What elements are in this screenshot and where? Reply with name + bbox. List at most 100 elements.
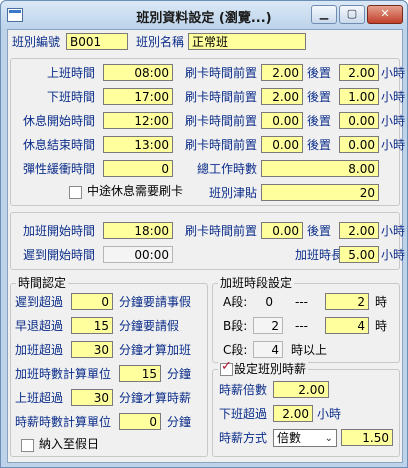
buffer-field[interactable]: 0 [103, 160, 173, 177]
hourly-legend-label: 設定班別時薪 [234, 362, 307, 376]
title-bar[interactable]: 班別資料設定 (瀏覽...) ▁ ▢ ✕ [1, 1, 407, 29]
hourly-mode-select[interactable]: 倍數 ⌄ [273, 429, 337, 447]
card-before-field-1[interactable]: 2.00 [261, 64, 303, 81]
segment-b-sep: --- [295, 319, 308, 333]
rule-label-hourly-unit: 時薪時數計算單位 [15, 415, 112, 429]
chevron-down-icon: ⌄ [324, 433, 333, 444]
hour-unit-4: 小時 [381, 138, 406, 152]
overtime-card-after-field[interactable]: 2.00 [339, 222, 379, 239]
card-before-field-3[interactable]: 0.00 [261, 112, 303, 129]
after-work-field[interactable]: 2.00 [273, 405, 313, 422]
hourly-mode-amount-field[interactable]: 1.50 [341, 429, 393, 446]
shift-name-label: 班別名稱 [136, 35, 185, 49]
after-label-4: 後置 [307, 138, 332, 152]
work-start-field[interactable]: 08:00 [103, 64, 173, 81]
rule-label-overtime-unit: 加班時數計算單位 [15, 367, 112, 381]
work-end-label: 下班時間 [47, 90, 96, 104]
hourly-rate-label: 時薪倍數 [219, 383, 268, 397]
rule-field-overtime[interactable]: 30 [71, 341, 113, 358]
overtime-panel: 加班開始時間 18:00 刷卡時間前置 0.00 後置 2.00 小時 遲到開始… [10, 212, 405, 270]
close-button[interactable]: ✕ [367, 5, 403, 24]
card-before-label-4: 刷卡時間前置 [185, 138, 258, 152]
segments-legend: 加班時段設定 [218, 276, 295, 290]
rule-suffix-overtime: 分鐘才算加班 [119, 343, 192, 357]
checkmark-icon: ✓ [221, 359, 232, 374]
segment-a-unit: 時 [375, 295, 388, 309]
rest-start-label: 休息開始時間 [23, 114, 96, 128]
rule-suffix-hourly: 分鐘才算時薪 [119, 391, 192, 405]
buffer-label: 彈性緩衝時間 [23, 162, 96, 176]
card-after-field-1[interactable]: 2.00 [339, 64, 379, 81]
segment-b-to-field[interactable]: 4 [325, 317, 369, 334]
work-time-panel: 上班時間 08:00 下班時間 17:00 休息開始時間 12:00 休息結束時… [10, 58, 405, 206]
segment-c-unit: 時以上 [291, 343, 328, 357]
card-before-label-2: 刷卡時間前置 [185, 90, 258, 104]
rule-field-hourly-unit[interactable]: 0 [119, 413, 161, 430]
minimize-button[interactable]: ▁ [311, 5, 337, 24]
total-hours-label: 總工作時數 [197, 162, 258, 176]
segment-a-sep: --- [295, 295, 308, 309]
overtime-length-unit: 小時 [381, 248, 406, 262]
card-before-field-4[interactable]: 0.00 [261, 136, 303, 153]
holiday-checkbox[interactable] [21, 439, 34, 452]
segment-b-from-field[interactable]: 2 [253, 317, 283, 334]
rule-label-hourly: 上班超過 [15, 391, 64, 405]
rule-field-early[interactable]: 15 [71, 317, 113, 334]
overtime-start-field[interactable]: 18:00 [103, 222, 173, 239]
hourly-checkbox[interactable]: ✓ [220, 359, 233, 376]
card-before-label-3: 刷卡時間前置 [185, 114, 258, 128]
break-card-label: 中途休息需要刷卡 [87, 184, 184, 198]
after-work-label: 下班超過 [219, 407, 268, 421]
hour-unit-1: 小時 [381, 66, 406, 80]
shift-code-field[interactable]: B001 [66, 33, 128, 50]
after-label-1: 後置 [307, 66, 332, 80]
rule-suffix-overtime-unit: 分鐘 [167, 367, 192, 381]
allowance-label: 班別津貼 [209, 186, 258, 200]
shift-name-field[interactable]: 正常班 [188, 33, 306, 50]
card-before-label-1: 刷卡時間前置 [185, 66, 258, 80]
holiday-label: 納入至假日 [39, 437, 100, 451]
segment-c-label: C段: [223, 343, 248, 357]
overtime-hour-unit: 小時 [381, 224, 406, 238]
after-work-unit: 小時 [317, 407, 342, 421]
late-start-label: 遲到開始時間 [23, 248, 96, 262]
close-icon: ✕ [380, 7, 390, 20]
overtime-start-label: 加班開始時間 [23, 224, 96, 238]
overtime-length-field[interactable]: 5.00 [339, 246, 379, 263]
segment-c-from-field[interactable]: 4 [253, 341, 283, 358]
rule-field-hourly[interactable]: 30 [71, 389, 113, 406]
overtime-after-label: 後置 [307, 224, 332, 238]
after-label-3: 後置 [307, 114, 332, 128]
work-end-field[interactable]: 17:00 [103, 88, 173, 105]
rest-end-field[interactable]: 13:00 [103, 136, 173, 153]
hour-unit-2: 小時 [381, 90, 406, 104]
hourly-wage-panel: ✓ 設定班別時薪 時薪倍數 2.00 下班超過 2.00 小時 時薪方式 倍數 … [212, 360, 400, 457]
break-card-checkbox[interactable] [69, 186, 82, 199]
total-hours-field[interactable]: 8.00 [261, 160, 379, 177]
maximize-icon: ▢ [346, 7, 358, 20]
segment-b-label: B段: [223, 319, 248, 333]
rule-field-overtime-unit[interactable]: 15 [119, 365, 161, 382]
segment-a-to-field[interactable]: 2 [325, 293, 369, 310]
hourly-rate-field[interactable]: 2.00 [273, 381, 329, 398]
card-after-field-3[interactable]: 0.00 [339, 112, 379, 129]
dialog-body: 班別編號 B001 班別名稱 正常班 上班時間 08:00 下班時間 17:00… [7, 29, 405, 463]
maximize-button[interactable]: ▢ [339, 5, 365, 24]
overtime-card-before-field[interactable]: 0.00 [261, 222, 303, 239]
rule-field-late[interactable]: 0 [71, 293, 113, 310]
allowance-field[interactable]: 20 [261, 184, 379, 201]
time-rules-legend: 時間認定 [16, 276, 69, 290]
card-after-field-2[interactable]: 1.00 [339, 88, 379, 105]
hourly-legend: ✓ 設定班別時薪 [218, 359, 309, 376]
rest-start-field[interactable]: 12:00 [103, 112, 173, 129]
hourly-mode-value: 倍數 [277, 431, 302, 445]
minimize-icon: ▁ [319, 7, 329, 20]
card-before-field-2[interactable]: 2.00 [261, 88, 303, 105]
overtime-card-before-label: 刷卡時間前置 [185, 224, 258, 238]
hour-unit-3: 小時 [381, 114, 406, 128]
segment-a-label: A段: [223, 295, 248, 309]
rule-suffix-early: 分鐘要請假 [119, 319, 180, 333]
time-rules-panel: 時間認定 遲到超過 0 分鐘要請事假 早退超過 15 分鐘要請假 加班超過 30… [10, 276, 208, 457]
late-start-field[interactable]: 00:00 [103, 246, 173, 263]
card-after-field-4[interactable]: 0.00 [339, 136, 379, 153]
